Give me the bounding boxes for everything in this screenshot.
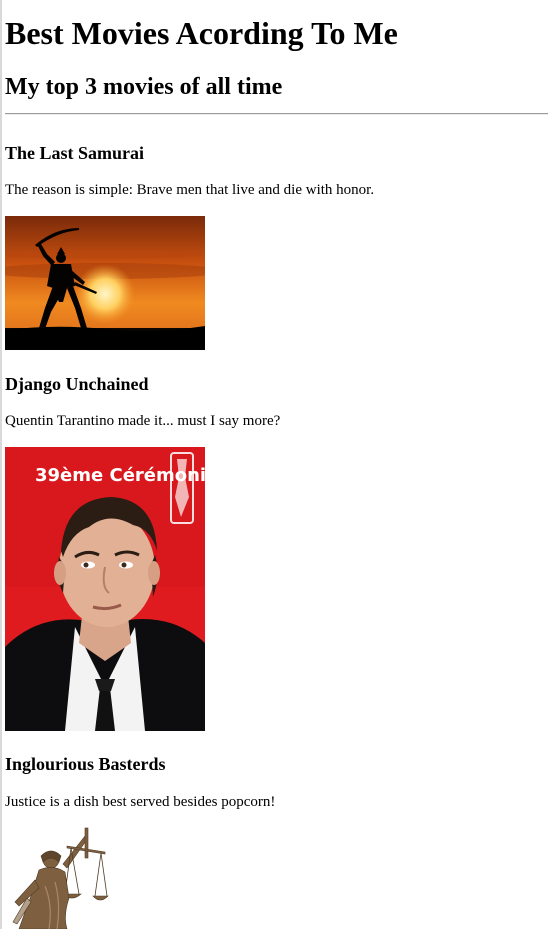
cesar-backdrop-text: 39ème Cérémonie CÉSAR xyxy=(35,464,205,486)
movie-title-last-samurai: The Last Samurai xyxy=(5,143,145,163)
movie-reason-django-unchained: Quentin Tarantino made it... must I say … xyxy=(5,413,281,429)
page-title: Best Movies Acording To Me xyxy=(5,15,398,51)
samurai-image xyxy=(5,216,205,350)
lady-justice-image xyxy=(5,826,109,929)
divider xyxy=(5,113,548,115)
page-subtitle: My top 3 movies of all time xyxy=(5,74,283,100)
movie-title-django-unchained: Django Unchained xyxy=(5,374,149,394)
movie-reason-inglourious-basterds: Justice is a dish best served besides po… xyxy=(5,794,276,810)
tarantino-image: 39ème Cérémonie CÉSAR xyxy=(5,447,205,731)
movie-title-inglourious-basterds: Inglourious Basterds xyxy=(5,754,166,774)
page-left-border xyxy=(0,0,2,929)
movie-reason-last-samurai: The reason is simple: Brave men that liv… xyxy=(5,182,375,198)
